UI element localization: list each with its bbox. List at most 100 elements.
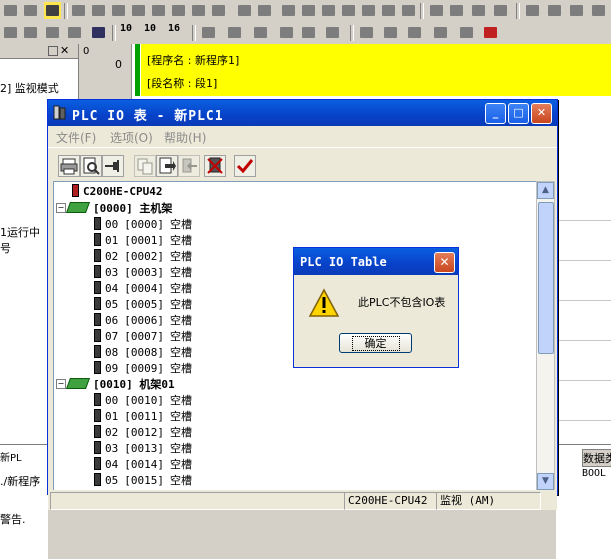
tree-item-cpu[interactable]: C200HE-CPU42 (72, 184, 162, 200)
check-icon[interactable] (234, 155, 256, 177)
tree-item-slot[interactable]: 04 [0014] 空槽 (94, 456, 198, 472)
toolbar-icon[interactable] (492, 2, 509, 19)
collapse-toggle[interactable]: − (56, 203, 66, 213)
print-preview-icon[interactable] (80, 155, 102, 177)
scroll-thumb[interactable] (538, 202, 554, 354)
toolbar-number-button[interactable]: 10 (144, 24, 156, 34)
message-box-close-button[interactable]: ✕ (434, 252, 455, 273)
toolbar-icon[interactable] (130, 2, 147, 19)
column-header-data-type[interactable]: 数据类 (582, 449, 611, 467)
toolbar-icon[interactable] (482, 24, 499, 41)
toolbar-icon[interactable] (458, 24, 475, 41)
tree-item-slot[interactable]: 06 [0006] 空槽 (94, 312, 198, 328)
tree-item-slot[interactable]: 04 [0004] 空槽 (94, 280, 198, 296)
tree-item-slot[interactable]: 00 [0000] 空槽 (94, 216, 198, 232)
program-header-area[interactable]: [程序名 : 新程序1] [段名称 : 段1] (141, 44, 611, 96)
toolbar-icon[interactable] (252, 24, 269, 41)
tree-item-rack[interactable]: [0010] 机架01 (65, 376, 175, 392)
tree-item-slot[interactable]: 02 [0012] 空槽 (94, 424, 198, 440)
toolbar-icon[interactable] (448, 2, 465, 19)
toolbar-icon[interactable] (432, 24, 449, 41)
toolbar-icon[interactable] (382, 24, 399, 41)
toolbar-icon[interactable] (278, 24, 295, 41)
toolbar-icon[interactable] (236, 2, 253, 19)
scroll-down-button[interactable]: ▼ (537, 473, 554, 490)
toolbar-icon[interactable] (300, 2, 317, 19)
tree-item-slot[interactable]: 05 [0005] 空槽 (94, 296, 198, 312)
close-icon[interactable]: ✕ (60, 44, 69, 57)
toolbar-icon[interactable] (256, 2, 273, 19)
toolbar-icon[interactable] (66, 24, 83, 41)
menu-options[interactable]: 选项(O) (110, 129, 153, 146)
tree-item-slot[interactable]: 07 [0007] 空槽 (94, 328, 198, 344)
tree-item-slot[interactable]: 01 [0001] 空槽 (94, 232, 198, 248)
transfer-to-plc-icon[interactable] (156, 155, 178, 177)
toolbar-icon[interactable] (90, 2, 107, 19)
toolbar-icon[interactable] (428, 2, 445, 19)
toolbar-icon[interactable] (360, 2, 377, 19)
minimize-button[interactable]: _ (485, 103, 506, 124)
toolbar-icon[interactable] (546, 2, 563, 19)
toolbar-icon[interactable] (324, 24, 341, 41)
tree-scrollbar[interactable]: ▲ ▼ (536, 181, 555, 491)
toolbar-icon[interactable] (470, 2, 487, 19)
workspace-pane-header: ✕ (0, 44, 78, 59)
collapse-toggle[interactable]: − (56, 379, 66, 389)
tree-item-slot[interactable]: 08 [0008] 空槽 (94, 344, 198, 360)
toolbar-icon[interactable] (44, 2, 61, 19)
copy-icon[interactable] (134, 155, 156, 177)
toolbar-icon[interactable] (210, 2, 227, 19)
transfer-from-plc-icon[interactable] (178, 155, 200, 177)
tree-item-slot[interactable]: 01 [0011] 空槽 (94, 408, 198, 424)
toolbar-icon[interactable] (44, 24, 61, 41)
toolbar-icon[interactable] (300, 24, 317, 41)
toolbar-icon[interactable] (22, 2, 39, 19)
maximize-button[interactable]: □ (508, 103, 529, 124)
toolbar-number-button[interactable]: 16 (168, 24, 180, 34)
toolbar-icon[interactable] (70, 2, 87, 19)
toolbar-icon[interactable] (406, 24, 423, 41)
toolbar-icon[interactable] (2, 2, 19, 19)
toolbar-icon[interactable] (340, 2, 357, 19)
window-titlebar[interactable]: PLC IO 表 - 新PLC1 _ □ ✕ (48, 100, 557, 126)
tree-item-slot[interactable]: 00 [0010] 空槽 (94, 392, 198, 408)
slot-addr: [0002] (124, 250, 164, 263)
delete-icon[interactable] (204, 155, 226, 177)
toolbar-icon[interactable] (2, 24, 19, 41)
toolbar-icon[interactable] (110, 2, 127, 19)
toolbar-icon[interactable] (226, 24, 243, 41)
toolbar-icon[interactable] (590, 2, 607, 19)
pin-icon[interactable] (102, 155, 124, 177)
pin-icon[interactable] (48, 46, 58, 56)
print-icon[interactable] (58, 155, 80, 177)
toolbar-icon[interactable] (524, 2, 541, 19)
menu-file[interactable]: 文件(F) (56, 129, 96, 146)
toolbar-icon[interactable] (358, 24, 375, 41)
toolbar-icon[interactable] (150, 2, 167, 19)
tree-item-rack[interactable]: [0000] 主机架 (65, 200, 172, 216)
toolbar-icon[interactable] (90, 24, 107, 41)
rack-label: [0010] 机架01 (93, 378, 175, 391)
ok-button[interactable]: 确定 (339, 333, 412, 353)
toolbar-icon[interactable] (200, 24, 217, 41)
tree-item-slot[interactable]: 03 [0013] 空槽 (94, 440, 198, 456)
tree-item-slot[interactable]: 09 [0009] 空槽 (94, 360, 198, 376)
menu-help[interactable]: 帮助(H) (164, 129, 206, 146)
toolbar-icon[interactable] (320, 2, 337, 19)
toolbar-icon[interactable] (568, 2, 585, 19)
toolbar-icon[interactable] (400, 2, 417, 19)
toolbar-icon[interactable] (280, 2, 297, 19)
toolbar-icon[interactable] (22, 24, 39, 41)
message-box: PLC IO Table ✕ 此PLC不包含IO表 确定 (293, 247, 459, 368)
toolbar-number-button[interactable]: 10 (120, 24, 132, 34)
scroll-up-button[interactable]: ▲ (537, 182, 554, 199)
close-button[interactable]: ✕ (531, 103, 552, 124)
toolbar-icon[interactable] (170, 2, 187, 19)
message-box-titlebar[interactable]: PLC IO Table ✕ (294, 248, 458, 275)
toolbar-icon[interactable] (190, 2, 207, 19)
tree-item-slot[interactable]: 03 [0003] 空槽 (94, 264, 198, 280)
toolbar-icon[interactable] (380, 2, 397, 19)
slot-slot: 04 (105, 282, 119, 295)
tree-item-slot[interactable]: 05 [0015] 空槽 (94, 472, 198, 488)
tree-item-slot[interactable]: 02 [0002] 空槽 (94, 248, 198, 264)
